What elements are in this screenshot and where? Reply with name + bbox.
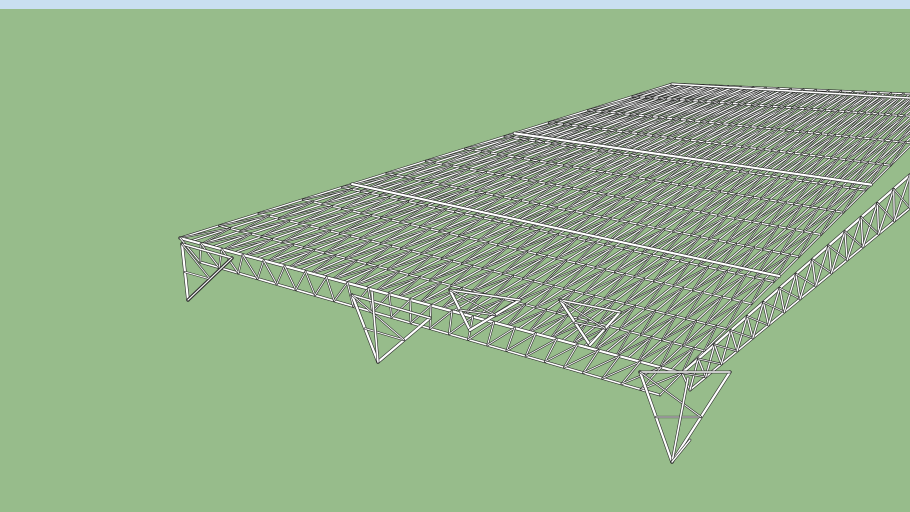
front-truss-diagonal <box>295 271 306 291</box>
side-truss-vertical <box>795 273 801 300</box>
roof-web-brace <box>711 172 749 191</box>
roof-web-brace <box>597 177 639 194</box>
roof-web-brace <box>760 179 796 199</box>
roof-web-brace <box>614 180 655 197</box>
roof-web-brace <box>683 191 721 210</box>
roof-web-brace <box>845 137 864 160</box>
side-truss-diagonal <box>844 231 864 248</box>
side-truss-vertical <box>746 315 754 339</box>
front-truss-diagonal <box>314 276 327 296</box>
roof-web-brace <box>678 165 702 185</box>
roof-web-brace <box>777 181 811 202</box>
truss-geometry[interactable] <box>178 82 910 464</box>
roof-web-brace <box>648 185 688 203</box>
roof-web-brace <box>662 162 686 183</box>
side-truss-diagonal <box>828 245 848 261</box>
roof-web-brace <box>665 292 704 314</box>
space-truss-roof-model[interactable] <box>0 0 910 512</box>
front-truss-diagonal <box>429 310 453 329</box>
side-truss-diagonal <box>893 188 910 209</box>
side-truss-diagonal <box>860 217 879 235</box>
roof-web-brace <box>744 177 780 197</box>
sketchup-3d-viewport[interactable] <box>0 0 910 512</box>
roof-web-brace <box>810 186 843 208</box>
roof-web-brace <box>645 160 670 180</box>
front-truss-diagonal <box>237 254 244 274</box>
front-truss-diagonal <box>276 265 286 285</box>
side-truss-diagonal <box>877 202 895 222</box>
roof-web-brace <box>685 296 723 319</box>
roof-web-brace <box>727 174 764 194</box>
side-truss-vertical <box>730 329 738 352</box>
roof-web-brace <box>631 182 672 200</box>
roof-web-brace <box>830 136 850 159</box>
side-truss-vertical <box>697 358 707 378</box>
side-truss-vertical <box>713 344 723 365</box>
roof-web-brace <box>793 184 827 205</box>
front-truss-diagonal <box>257 260 265 280</box>
roof-web-brace <box>826 188 858 210</box>
side-truss-diagonal <box>811 259 832 274</box>
roof-web-brace <box>666 188 704 207</box>
front-truss-diagonal <box>333 282 348 302</box>
side-truss-vertical <box>762 301 770 326</box>
side-truss-vertical <box>893 188 895 222</box>
side-truss-vertical <box>779 287 785 313</box>
